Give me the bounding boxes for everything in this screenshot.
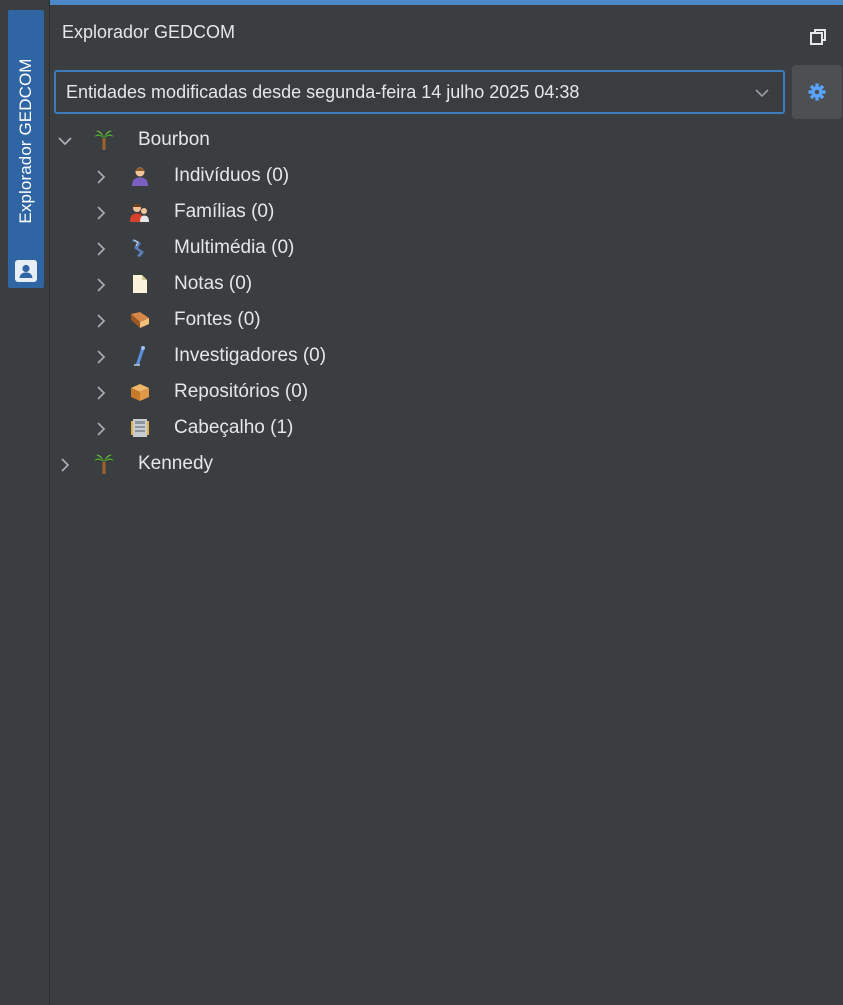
- tree-node-notas[interactable]: Notas (0): [51, 267, 843, 303]
- chevron-right-icon[interactable]: [93, 348, 109, 366]
- tree-node-cabecalho[interactable]: Cabeçalho (1): [51, 411, 843, 447]
- chevron-right-icon[interactable]: [93, 384, 109, 402]
- tree-node-label: Investigadores (0): [174, 345, 327, 366]
- header-icon: [129, 417, 151, 439]
- researcher-pen-icon: [129, 345, 151, 367]
- tree-node-multimedia[interactable]: Multimédia (0): [51, 231, 843, 267]
- tree-node-individuos[interactable]: Indivíduos (0): [51, 159, 843, 195]
- tree-node-label: Indivíduos (0): [174, 165, 290, 186]
- note-icon: [129, 273, 151, 295]
- tree-node-familias[interactable]: Famílias (0): [51, 195, 843, 231]
- filter-selected-value: Entidades modificadas desde segunda-feir…: [66, 82, 580, 102]
- tree-node-label: Bourbon: [138, 129, 210, 150]
- tree-node-bourbon[interactable]: Bourbon: [51, 123, 843, 159]
- tree-node-kennedy[interactable]: Kennedy: [51, 447, 843, 483]
- side-tab-label: Explorador GEDCOM: [16, 58, 35, 224]
- gedcom-explorer-window: Explorador GEDCOM Explorador GEDCOM Enti…: [0, 0, 843, 1005]
- repository-box-icon: [129, 381, 151, 403]
- individual-icon: [129, 165, 151, 187]
- palm-tree-icon: [93, 453, 115, 475]
- tree-node-label: Kennedy: [138, 453, 214, 474]
- filter-settings-button[interactable]: [792, 65, 842, 119]
- chevron-down-icon: [753, 84, 771, 102]
- tree-node-label: Cabeçalho (1): [174, 417, 294, 438]
- chevron-down-icon[interactable]: [57, 132, 73, 150]
- restore-window-icon[interactable]: [808, 27, 828, 47]
- chevron-right-icon[interactable]: [93, 168, 109, 186]
- chevron-right-icon[interactable]: [93, 204, 109, 222]
- chevron-right-icon[interactable]: [93, 312, 109, 330]
- source-book-icon: [129, 309, 151, 331]
- palm-tree-icon: [93, 129, 115, 151]
- chevron-right-icon[interactable]: [93, 420, 109, 438]
- tree-node-label: Famílias (0): [174, 201, 275, 222]
- family-icon: [129, 201, 151, 223]
- panel-title: Explorador GEDCOM: [62, 22, 236, 42]
- tree-node-repositorios[interactable]: Repositórios (0): [51, 375, 843, 411]
- user-card-icon: [15, 260, 37, 282]
- gedcom-tree: Bourbon Indivíduos (0) Famílias (0) Mult…: [51, 123, 843, 483]
- side-tab-gedcom-explorer[interactable]: Explorador GEDCOM: [8, 10, 44, 288]
- multimedia-icon: [129, 237, 151, 259]
- left-tool-strip: Explorador GEDCOM: [0, 0, 50, 1005]
- modified-since-filter-select[interactable]: Entidades modificadas desde segunda-feir…: [54, 70, 785, 114]
- tree-node-fontes[interactable]: Fontes (0): [51, 303, 843, 339]
- tree-node-label: Repositórios (0): [174, 381, 309, 402]
- chevron-right-icon[interactable]: [57, 456, 73, 474]
- tree-node-label: Notas (0): [174, 273, 253, 294]
- chevron-right-icon[interactable]: [93, 276, 109, 294]
- gedcom-explorer-panel: Explorador GEDCOM Entidades modificadas …: [51, 5, 843, 1005]
- tree-node-investigadores[interactable]: Investigadores (0): [51, 339, 843, 375]
- chevron-right-icon[interactable]: [93, 240, 109, 258]
- tree-node-label: Multimédia (0): [174, 237, 295, 258]
- tree-node-label: Fontes (0): [174, 309, 261, 330]
